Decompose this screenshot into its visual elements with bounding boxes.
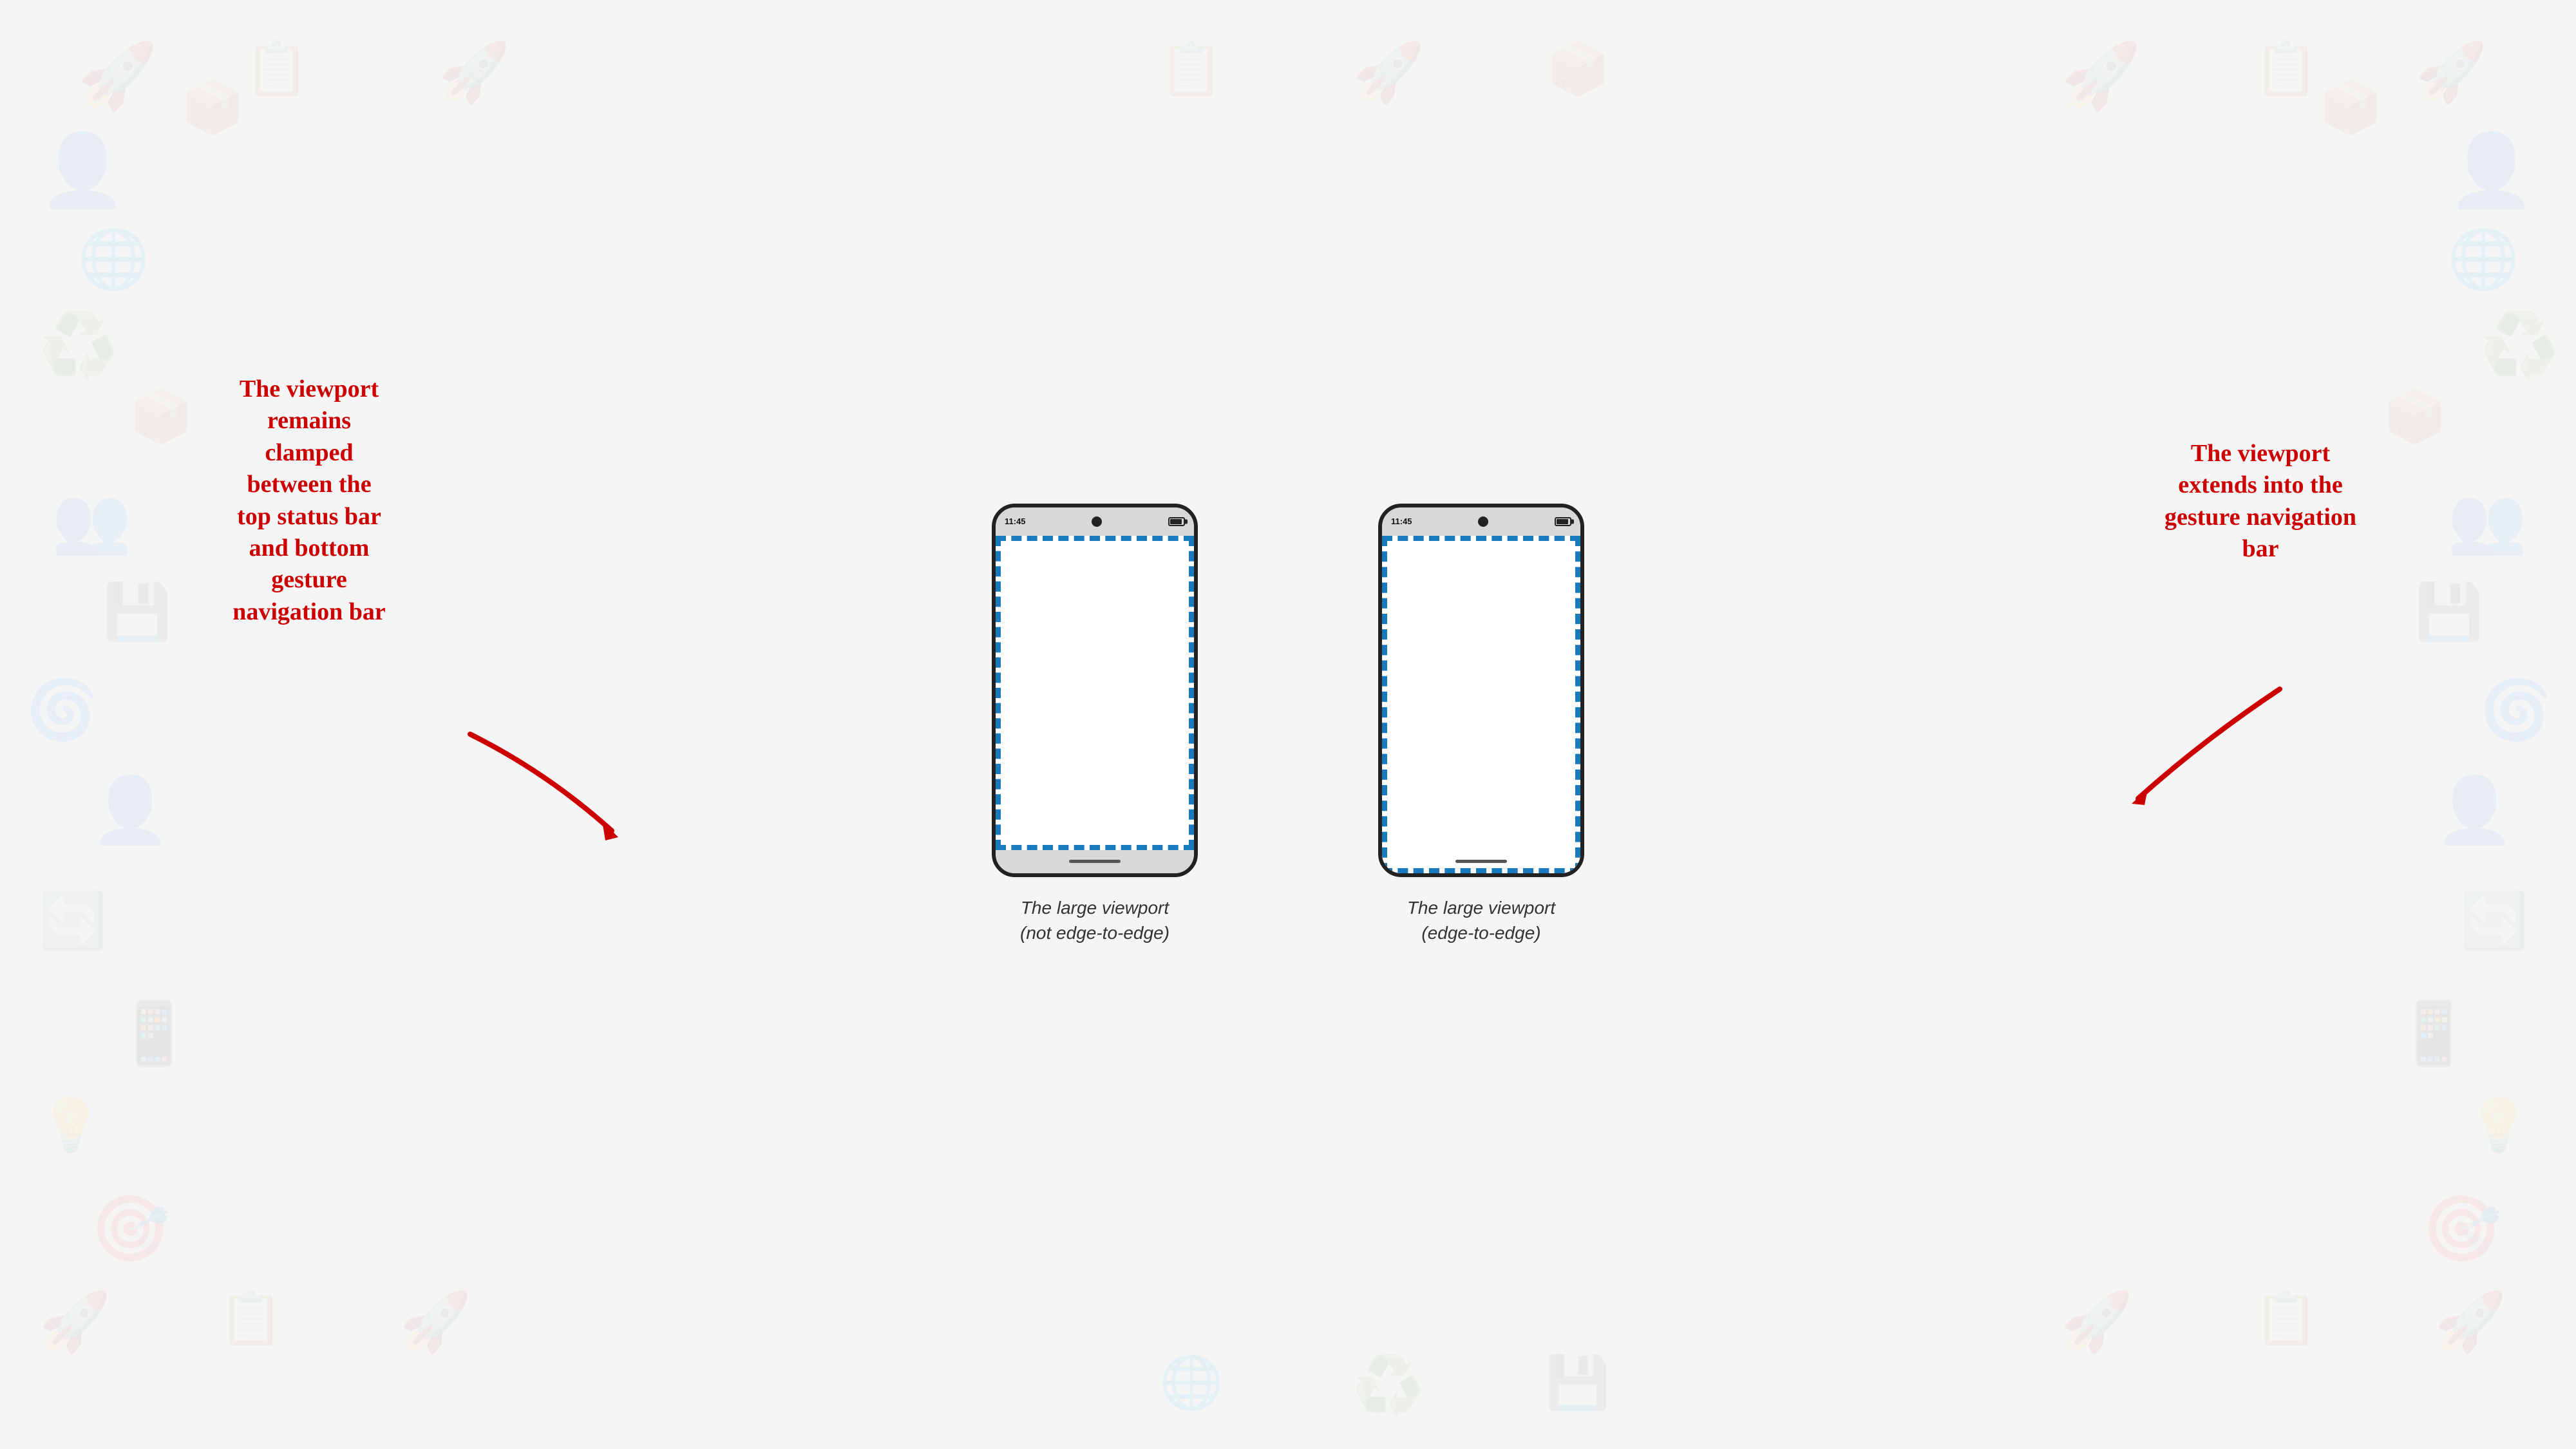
right-phone-section: 11:45 The large viewport (edge-to-edge) (1378, 504, 1584, 945)
left-annotation-text: The viewport remains clamped between the… (232, 375, 386, 625)
left-gesture-bar (996, 850, 1194, 873)
left-annotation: The viewport remains clamped between the… (155, 374, 464, 628)
right-gesture-indicator (1455, 860, 1507, 863)
right-camera (1478, 516, 1488, 527)
left-arrow (431, 721, 638, 863)
left-status-time: 11:45 (1005, 516, 1026, 526)
left-label-line2: (not edge-to-edge) (1020, 923, 1170, 943)
right-phone-label: The large viewport (edge-to-edge) (1407, 895, 1555, 945)
left-camera (1092, 516, 1102, 527)
right-status-time: 11:45 (1391, 516, 1412, 526)
left-phone-section: 11:45 The large viewport (not edge-to-ed… (992, 504, 1198, 945)
right-annotation: The viewport extends into the gesture na… (2125, 438, 2396, 565)
right-arrow (2087, 676, 2318, 831)
left-phone-frame: 11:45 (992, 504, 1198, 877)
right-battery (1555, 517, 1571, 526)
left-battery-fill (1170, 519, 1182, 524)
main-content: The viewport remains clamped between the… (0, 0, 2576, 1449)
left-status-bar: 11:45 (996, 507, 1194, 536)
right-label-line2: (edge-to-edge) (1421, 923, 1540, 943)
right-label-line1: The large viewport (1407, 898, 1555, 918)
right-viewport (1382, 536, 1580, 873)
right-annotation-text: The viewport extends into the gesture na… (2164, 440, 2356, 562)
left-label-line1: The large viewport (1021, 898, 1169, 918)
left-viewport (996, 536, 1194, 850)
left-gesture-indicator (1069, 860, 1121, 863)
left-battery (1168, 517, 1185, 526)
left-phone-label: The large viewport (not edge-to-edge) (1020, 895, 1170, 945)
right-gesture-bar (1382, 850, 1580, 873)
right-battery-fill (1557, 519, 1568, 524)
right-phone-frame: 11:45 (1378, 504, 1584, 877)
right-status-bar: 11:45 (1382, 507, 1580, 536)
